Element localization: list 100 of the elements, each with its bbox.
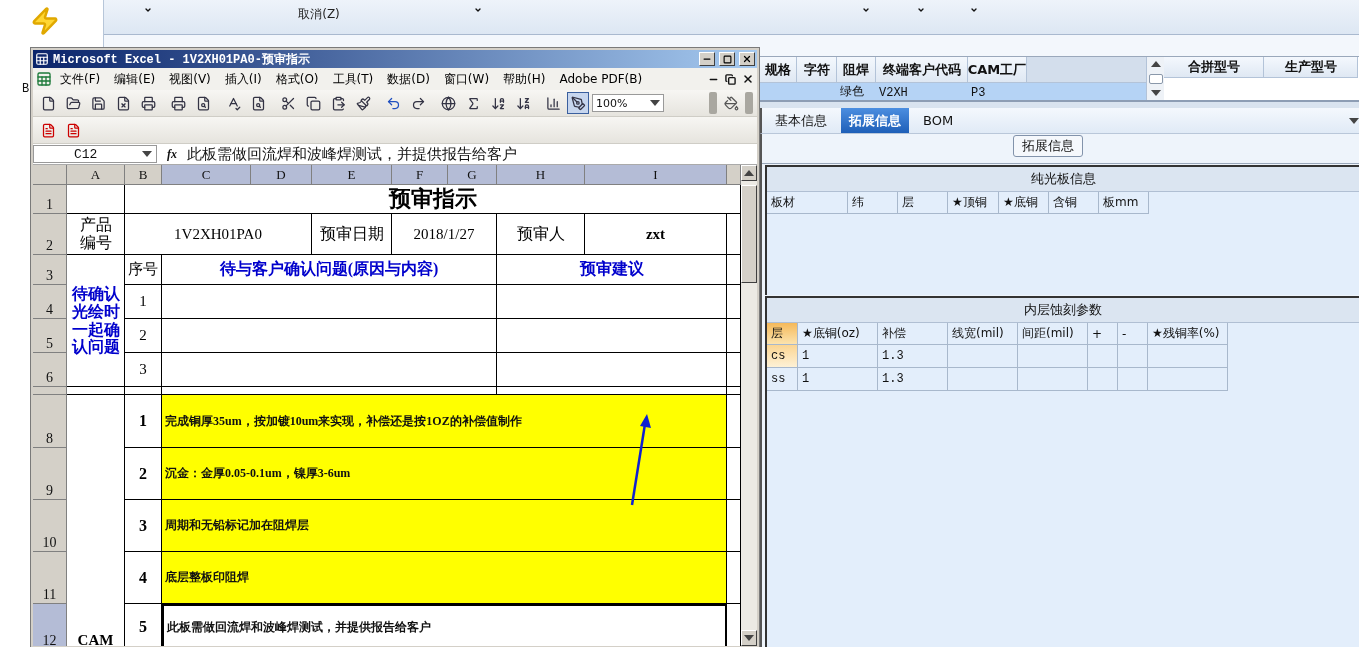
- toolbar-grip[interactable]: [709, 92, 717, 114]
- table-cell: 产品编号: [67, 214, 125, 255]
- menu-item[interactable]: 窗口(W): [437, 70, 496, 88]
- table-cell: [1018, 368, 1088, 391]
- cancel-button[interactable]: 取消(Z): [289, 6, 349, 23]
- formula-text[interactable]: 此板需做回流焊和波峰焊测试，并提供报告给客户: [187, 144, 517, 164]
- scroll-thumb[interactable]: [1148, 73, 1163, 84]
- corner-cell[interactable]: [727, 165, 741, 185]
- table-cell: P3: [968, 83, 1027, 100]
- menu-item[interactable]: 帮助(H): [497, 70, 552, 88]
- table-cell: 沉金：金厚0.05-0.1um，镍厚3-6um: [162, 448, 727, 500]
- menu-item[interactable]: 文件(F): [54, 70, 107, 88]
- scroll-up-button[interactable]: [741, 165, 757, 181]
- row-header[interactable]: 10: [33, 500, 67, 552]
- dropdown-caret-icon[interactable]: [970, 6, 978, 14]
- column-header[interactable]: 补偿: [878, 323, 948, 345]
- table-cell: [727, 255, 741, 285]
- row-header[interactable]: 9: [33, 448, 67, 500]
- dropdown-caret-icon[interactable]: [862, 6, 870, 14]
- selected-cell[interactable]: 此板需做回流焊和波峰焊测试，并提供报告给客户: [162, 604, 727, 646]
- column-header[interactable]: 层: [767, 323, 798, 345]
- row-header[interactable]: 1: [33, 185, 67, 214]
- dropdown-caret-icon[interactable]: [917, 6, 925, 14]
- caret-icon: [650, 100, 660, 106]
- window-title: Microsoft Excel - 1V2XH01PA0-预审指示: [53, 51, 311, 68]
- column-header[interactable]: 合拼型号: [1164, 57, 1264, 78]
- column-header[interactable]: H: [497, 165, 585, 185]
- table-cell: [948, 368, 1018, 391]
- row-header[interactable]: 6: [33, 353, 67, 387]
- scroll-down-button[interactable]: [741, 630, 757, 646]
- tab[interactable]: BOM: [915, 108, 962, 133]
- row-header[interactable]: 3: [33, 255, 67, 285]
- name-box[interactable]: C12: [33, 145, 157, 163]
- table-cell: [727, 353, 741, 387]
- toolbar-grip[interactable]: [745, 92, 753, 114]
- menu-item[interactable]: Adobe PDF(B): [553, 72, 649, 86]
- tab[interactable]: 拓展信息: [841, 108, 909, 133]
- row-header[interactable]: 12: [33, 604, 67, 646]
- table-cell: [759, 83, 797, 100]
- column-header[interactable]: ★顶铜: [948, 192, 999, 214]
- row-header[interactable]: [33, 387, 67, 395]
- column-header[interactable]: 层: [898, 192, 948, 214]
- column-header[interactable]: 终端客户代码: [876, 57, 968, 83]
- drawing-icon[interactable]: [567, 92, 589, 114]
- tab[interactable]: 基本信息: [767, 108, 835, 133]
- column-header[interactable]: 线宽(mil): [948, 323, 1018, 345]
- table-cell: 1: [798, 368, 878, 391]
- row-header[interactable]: cs: [767, 345, 798, 368]
- table-cell: [727, 319, 741, 353]
- column-header[interactable]: C: [162, 165, 251, 185]
- column-header[interactable]: D: [251, 165, 312, 185]
- row-header[interactable]: 8: [33, 395, 67, 448]
- column-header[interactable]: 字符: [797, 57, 837, 83]
- caret-icon: [744, 635, 754, 641]
- menu-item[interactable]: 格式(O): [269, 70, 325, 88]
- row-header[interactable]: 5: [33, 319, 67, 353]
- column-header[interactable]: +: [1088, 323, 1118, 345]
- column-header[interactable]: 板mm: [1099, 192, 1149, 214]
- menu-item[interactable]: 工具(T): [326, 70, 380, 88]
- column-header[interactable]: F: [392, 165, 448, 185]
- column-header[interactable]: A: [67, 165, 125, 185]
- close-icon[interactable]: [742, 73, 754, 85]
- function-label[interactable]: fx: [157, 146, 187, 162]
- column-header[interactable]: I: [585, 165, 727, 185]
- column-header[interactable]: ★残铜率(%): [1148, 323, 1228, 345]
- menu-item[interactable]: 编辑(E): [108, 70, 162, 88]
- caret-icon[interactable]: [1349, 117, 1359, 124]
- column-header[interactable]: CAM工厂: [968, 57, 1027, 83]
- menu-item[interactable]: 插入(I): [218, 70, 268, 88]
- spreadsheet-icon[interactable]: [36, 71, 52, 87]
- column-header[interactable]: B: [125, 165, 162, 185]
- menu-item[interactable]: 数据(D): [381, 70, 436, 88]
- column-header[interactable]: ★底铜: [999, 192, 1049, 214]
- table-cell: [1088, 368, 1118, 391]
- restore-icon[interactable]: [725, 73, 736, 85]
- row-header[interactable]: 4: [33, 285, 67, 319]
- row-header[interactable]: 2: [33, 214, 67, 255]
- column-header[interactable]: 含铜: [1049, 192, 1099, 214]
- dropdown-caret-icon[interactable]: [144, 6, 152, 14]
- scrollbar[interactable]: [1146, 57, 1164, 100]
- column-header[interactable]: E: [312, 165, 392, 185]
- column-header[interactable]: 纬: [848, 192, 898, 214]
- dropdown-caret-icon[interactable]: [474, 6, 482, 14]
- zoom-field[interactable]: 100%: [592, 94, 664, 112]
- column-header[interactable]: 规格: [759, 57, 797, 83]
- corner-cell[interactable]: [33, 165, 67, 185]
- column-header[interactable]: ★底铜(oz): [798, 323, 878, 345]
- row-header[interactable]: 11: [33, 552, 67, 604]
- column-header[interactable]: 间距(mil): [1018, 323, 1088, 345]
- scrollbar[interactable]: [741, 165, 757, 646]
- row-header[interactable]: ss: [767, 368, 798, 391]
- table-cell: 周期和无铅标记加在阻焊层: [162, 500, 727, 552]
- column-header[interactable]: -: [1118, 323, 1148, 345]
- column-header[interactable]: G: [448, 165, 497, 185]
- column-header[interactable]: 阻焊: [837, 57, 876, 83]
- menu-item[interactable]: 视图(V): [163, 70, 217, 88]
- column-header[interactable]: 板材: [767, 192, 848, 214]
- table-cell: 1.3: [878, 345, 948, 368]
- column-header[interactable]: 生产型号: [1264, 57, 1358, 78]
- sheet-title: 预审指示: [125, 185, 741, 214]
